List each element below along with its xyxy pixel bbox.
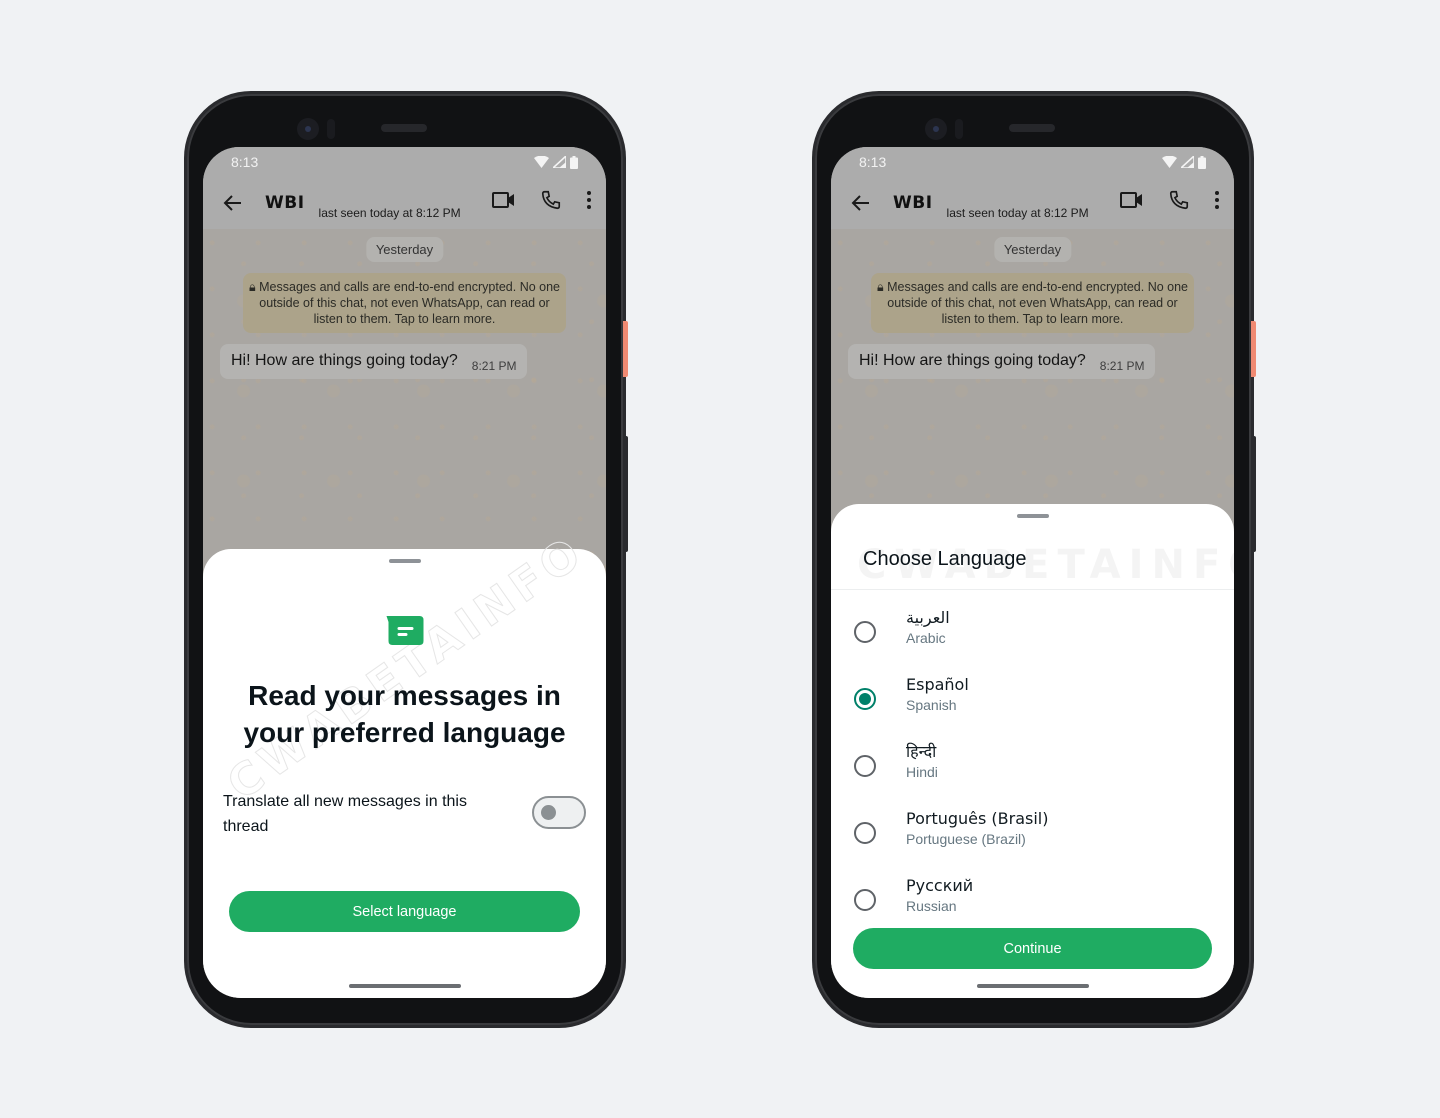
language-option-russian[interactable]: Русский Russian: [831, 866, 1234, 933]
encryption-notice[interactable]: 🔒︎ Messages and calls are end-to-end enc…: [243, 273, 566, 333]
proximity-sensor: [955, 119, 963, 139]
video-call-icon[interactable]: [1120, 190, 1144, 210]
radio-unchecked-icon[interactable]: [854, 620, 876, 643]
signal-icon: [1181, 156, 1194, 168]
wifi-icon: [534, 156, 549, 168]
language-option-portuguese-brazil[interactable]: Português (Brasil) Portuguese (Brazil): [831, 799, 1234, 866]
encryption-notice-text: Messages and calls are end-to-end encryp…: [259, 280, 560, 326]
message-bubble[interactable]: Hi! How are things going today? 8:21 PM: [848, 344, 1155, 379]
screen: 8:13 WBI last seen today at 8:12 PM Yest…: [831, 147, 1234, 998]
message-bubble[interactable]: Hi! How are things going today? 8:21 PM: [220, 344, 527, 379]
language-native-name: Português (Brasil): [906, 809, 1049, 828]
message-time: 8:21 PM: [1099, 359, 1145, 373]
voice-call-icon[interactable]: [1168, 189, 1190, 211]
battery-icon: [570, 155, 578, 169]
choose-language-sheet: CWABETAINFO Choose Language العربية Arab…: [831, 504, 1234, 998]
translate-bottom-sheet: CWABETAINFO Read your messages in your p…: [203, 525, 606, 998]
earpiece-speaker: [381, 124, 427, 132]
phone-right: 8:13 WBI last seen today at 8:12 PM Yest…: [815, 94, 1256, 1025]
encryption-notice[interactable]: 🔒︎ Messages and calls are end-to-end enc…: [871, 273, 1194, 333]
message-time: 8:21 PM: [471, 359, 517, 373]
drag-handle[interactable]: [388, 559, 421, 563]
front-camera: [297, 118, 319, 140]
volume-button: [1251, 436, 1256, 552]
video-call-icon[interactable]: [492, 190, 516, 210]
front-camera: [925, 118, 947, 140]
message-text: Hi! How are things going today?: [859, 352, 1086, 369]
language-option-spanish[interactable]: Español Spanish: [831, 665, 1234, 732]
select-language-button[interactable]: Select language: [229, 891, 580, 932]
more-vert-icon[interactable]: [1214, 190, 1220, 210]
language-english-name: Spanish: [906, 697, 957, 713]
language-english-name: Hindi: [906, 764, 938, 780]
language-list: العربية Arabic Español Spanish हिन्दी Hi…: [831, 598, 1234, 933]
status-bar: 8:13: [203, 147, 606, 177]
status-time: 8:13: [231, 154, 259, 170]
radio-unchecked-icon[interactable]: [854, 821, 876, 844]
more-vert-icon[interactable]: [586, 190, 592, 210]
language-english-name: Russian: [906, 898, 957, 914]
toggle-knob: [541, 805, 556, 820]
lock-icon: 🔒︎: [249, 280, 260, 294]
language-option-arabic[interactable]: العربية Arabic: [831, 598, 1234, 665]
power-button: [623, 321, 628, 377]
battery-icon: [1198, 155, 1206, 169]
date-separator: Yesterday: [365, 237, 444, 262]
sheet-title: Choose Language: [863, 548, 1027, 570]
chat-app-bar: WBI last seen today at 8:12 PM: [831, 177, 1234, 229]
volume-button: [623, 436, 628, 552]
radio-unchecked-icon[interactable]: [854, 888, 876, 911]
phone-left: 8:13 WBI last seen today at 8:12 PM Yest…: [187, 94, 628, 1025]
last-seen-text: last seen today at 8:12 PM: [946, 206, 1089, 220]
drag-handle[interactable]: [1016, 514, 1049, 518]
chat-app-bar: WBI last seen today at 8:12 PM: [203, 177, 606, 229]
translate-toggle[interactable]: [532, 796, 586, 829]
status-time: 8:13: [859, 154, 887, 170]
language-native-name: हिन्दी: [906, 742, 937, 761]
watermark: CWABETAINFO: [218, 525, 595, 811]
wifi-icon: [1162, 156, 1177, 168]
contact-name[interactable]: WBI: [265, 193, 305, 213]
sheet-title: Read your messages in your preferred lan…: [243, 680, 566, 748]
translate-toggle-label: Translate all new messages in this threa…: [223, 793, 467, 835]
date-separator: Yesterday: [993, 237, 1072, 262]
voice-call-icon[interactable]: [540, 189, 562, 211]
radio-checked-icon[interactable]: [854, 687, 876, 710]
language-native-name: Русский: [906, 876, 974, 895]
encryption-notice-text: Messages and calls are end-to-end encryp…: [887, 280, 1188, 326]
message-bubble-icon: [386, 616, 423, 645]
arrow-left-icon[interactable]: [221, 191, 245, 215]
power-button: [1251, 321, 1256, 377]
screen: 8:13 WBI last seen today at 8:12 PM Yest…: [203, 147, 606, 998]
divider: [831, 589, 1234, 590]
radio-unchecked-icon[interactable]: [854, 754, 876, 777]
proximity-sensor: [327, 119, 335, 139]
message-text: Hi! How are things going today?: [231, 352, 458, 369]
contact-name[interactable]: WBI: [893, 193, 933, 213]
last-seen-text: last seen today at 8:12 PM: [318, 206, 461, 220]
language-english-name: Arabic: [906, 630, 946, 646]
language-english-name: Portuguese (Brazil): [906, 831, 1026, 847]
status-bar: 8:13: [831, 147, 1234, 177]
signal-icon: [553, 156, 566, 168]
language-option-hindi[interactable]: हिन्दी Hindi: [831, 732, 1234, 799]
arrow-left-icon[interactable]: [849, 191, 873, 215]
earpiece-speaker: [1009, 124, 1055, 132]
language-native-name: العربية: [906, 608, 950, 627]
lock-icon: 🔒︎: [877, 280, 888, 294]
continue-button[interactable]: Continue: [853, 928, 1212, 969]
language-native-name: Español: [906, 675, 969, 694]
home-indicator[interactable]: [976, 984, 1089, 988]
home-indicator[interactable]: [348, 984, 461, 988]
